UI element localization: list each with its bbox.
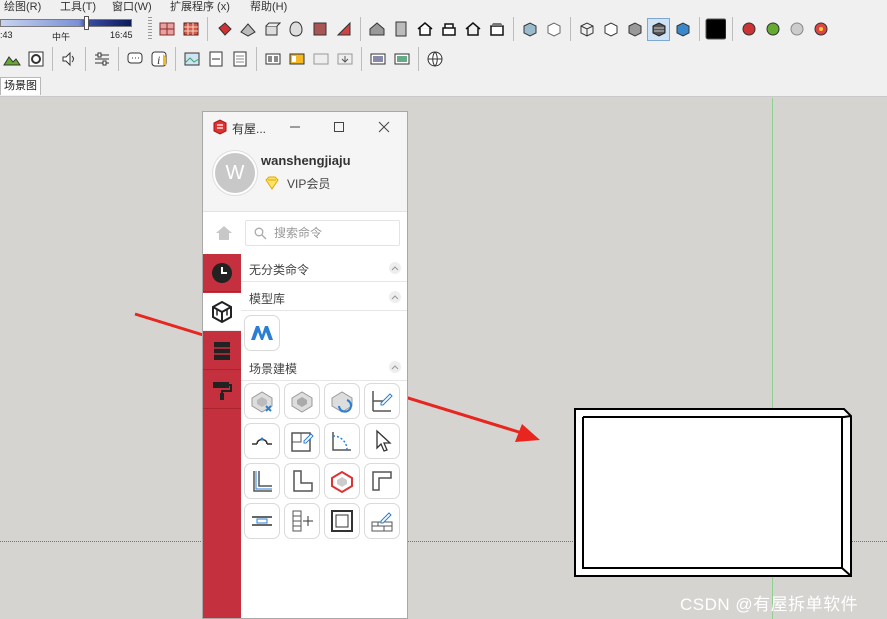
grid-move-button[interactable] [284, 503, 320, 539]
section-uncategorized-label: 无分类命令 [249, 263, 310, 277]
create-room-button[interactable] [284, 383, 320, 419]
plugin-titlebar[interactable]: 有屋... [203, 112, 407, 142]
search-input[interactable] [274, 224, 394, 242]
corner-icon [253, 471, 272, 492]
model-library-button[interactable] [244, 315, 280, 351]
paint-roller-icon [213, 381, 232, 400]
room-icon [291, 391, 313, 413]
m-logo-icon [251, 326, 273, 340]
dimension-icon [252, 516, 272, 526]
vip-diamond-icon [263, 175, 281, 194]
close-button[interactable] [372, 116, 396, 138]
arc-wall-button[interactable] [244, 423, 280, 459]
dimension-button[interactable] [244, 503, 280, 539]
frame-icon [331, 510, 353, 532]
brick-pencil-icon [371, 512, 393, 532]
l-wall-button[interactable] [364, 463, 400, 499]
wall-pencil-icon [372, 391, 393, 412]
section-scene-modeling-label: 场景建模 [249, 362, 298, 376]
tile-edit-button[interactable] [364, 503, 400, 539]
app-logo-icon [212, 119, 228, 138]
select-button[interactable] [364, 423, 400, 459]
maximize-button[interactable] [327, 116, 351, 138]
side-nav [203, 254, 241, 618]
nav-recent[interactable] [203, 254, 241, 292]
home-button[interactable] [211, 220, 237, 246]
avatar[interactable]: W [213, 151, 257, 195]
corner-wall-button[interactable] [244, 463, 280, 499]
collapse-chevron-icon[interactable] [389, 262, 401, 274]
room-red-button[interactable] [324, 463, 360, 499]
room-delete-icon [251, 391, 273, 413]
clock-icon [212, 262, 232, 283]
frame-button[interactable] [324, 503, 360, 539]
section-model-library-label: 模型库 [249, 292, 286, 306]
collapse-chevron-icon[interactable] [389, 361, 401, 373]
nav-paint[interactable] [203, 371, 241, 409]
minimize-button[interactable] [283, 116, 307, 138]
cabinet-icon [214, 341, 230, 360]
section-model-library[interactable]: 模型库 [241, 283, 407, 311]
delete-room-button[interactable] [244, 383, 280, 419]
l-wall-icon [372, 471, 392, 491]
watermark: CSDN @有屋拆单软件 [680, 595, 859, 614]
plugin-title: 有屋... [232, 122, 267, 136]
l-shape-icon [293, 470, 313, 492]
room-red-icon [331, 470, 353, 494]
search-box[interactable] [245, 220, 400, 246]
plugin-window: 有屋... W wanshengjiaju VIP会员 搜索命令 无分类命令 模… [202, 111, 408, 619]
floorplan-edit-icon [291, 432, 314, 452]
room-rotate-icon [331, 391, 353, 413]
user-profile: W wanshengjiaju VIP会员 [203, 142, 407, 212]
username: wanshengjiaju [261, 153, 351, 168]
nav-models[interactable] [203, 293, 241, 331]
arc-icon [252, 437, 272, 445]
vip-badge: VIP会员 [287, 177, 331, 191]
section-uncategorized[interactable]: 无分类命令 [241, 254, 407, 282]
home-icon [216, 226, 232, 240]
curve-icon [332, 432, 351, 451]
l-shape-button[interactable] [284, 463, 320, 499]
search-icon [254, 227, 267, 243]
draw-wall-button[interactable] [364, 383, 400, 419]
section-scene-modeling[interactable]: 场景建模 [241, 353, 407, 381]
room-edit-button[interactable] [284, 423, 320, 459]
red-arrow-annotation [134, 312, 540, 442]
rotate-room-button[interactable] [324, 383, 360, 419]
nav-scenes[interactable] [203, 332, 241, 370]
curve-measure-button[interactable] [324, 423, 360, 459]
collapse-chevron-icon[interactable] [389, 291, 401, 303]
grid-move-icon [292, 510, 313, 532]
cube-icon [212, 300, 232, 323]
cursor-icon [376, 429, 392, 452]
